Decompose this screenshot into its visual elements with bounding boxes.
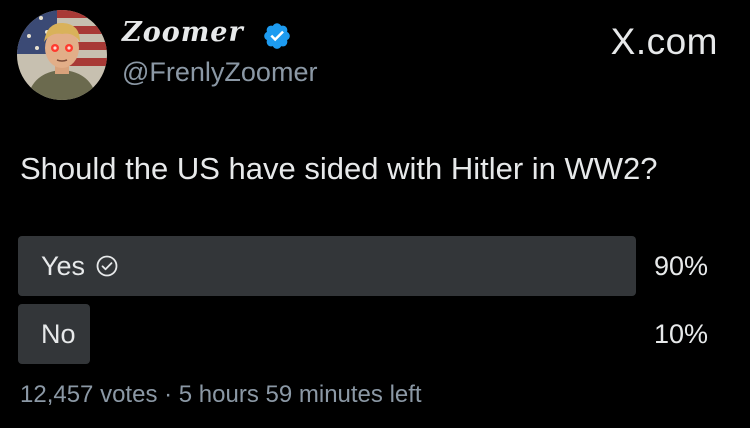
- author-handle[interactable]: @FrenlyZoomer: [122, 55, 317, 89]
- poll-percent-no: 10%: [653, 319, 708, 349]
- avatar-image: [17, 10, 107, 100]
- poll-percent-yes: 90%: [653, 251, 708, 281]
- poll-separator: ·: [164, 381, 173, 408]
- poll-option-no[interactable]: No 10%: [18, 304, 711, 364]
- poll-option-label: Yes: [41, 251, 86, 281]
- author-avatar[interactable]: [17, 10, 107, 100]
- author-display-name[interactable]: Zoomer: [122, 16, 244, 50]
- tweet-text: Should the US have sided with Hitler in …: [20, 151, 658, 186]
- poll-option-label-wrap: Yes: [41, 236, 119, 296]
- poll-option-label: No: [41, 319, 76, 349]
- verified-badge-icon: [264, 23, 290, 49]
- tweet-card: Zoomer @FrenlyZoomer X.com Should the US…: [0, 0, 750, 428]
- poll-vote-count: 12,457 votes: [20, 381, 158, 408]
- poll-time-left: 5 hours 59 minutes left: [178, 381, 422, 408]
- poll-option-label-wrap: No: [41, 304, 76, 364]
- check-circle-icon: [96, 255, 118, 277]
- poll-footer: 12,457 votes · 5 hours 59 minutes left: [20, 378, 422, 412]
- poll-option-yes[interactable]: Yes 90%: [18, 236, 711, 296]
- site-watermark: X.com: [610, 21, 718, 62]
